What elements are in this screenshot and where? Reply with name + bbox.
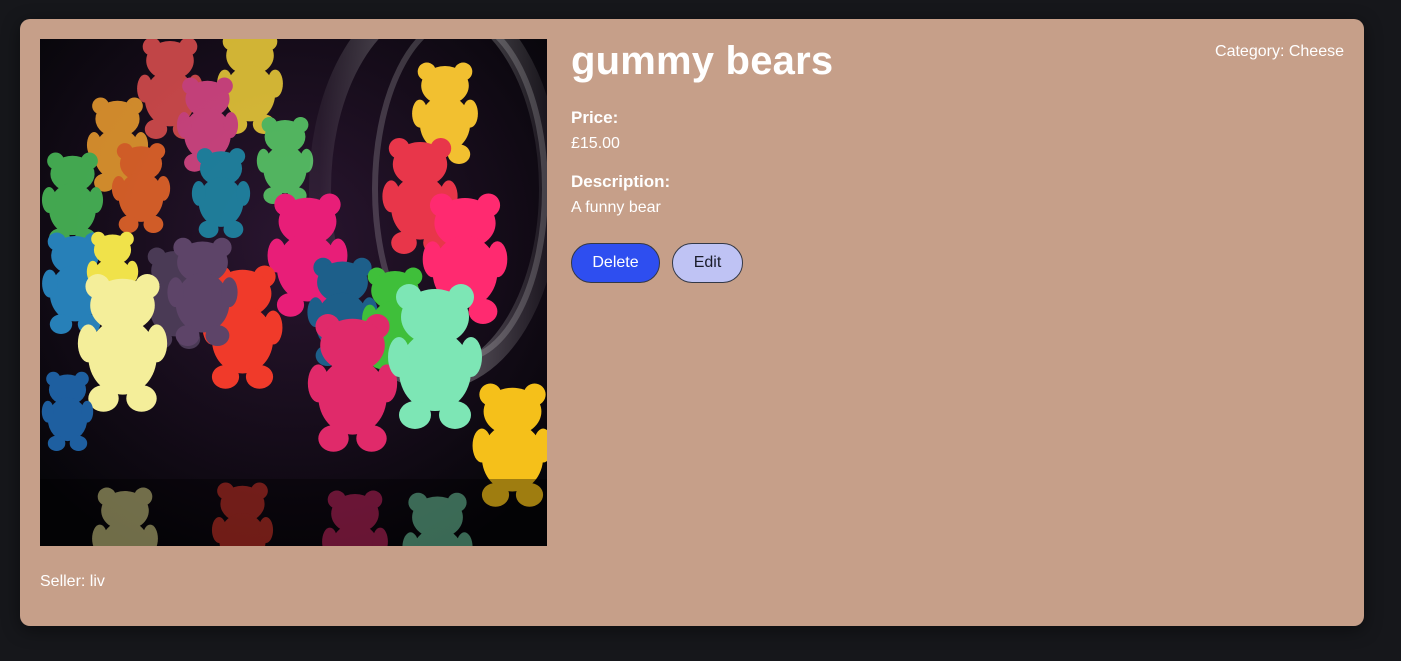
edit-button[interactable]: Edit <box>672 243 743 283</box>
seller-text: Seller: liv <box>40 573 105 590</box>
gummy-bears-photo <box>40 39 547 546</box>
category-text: Category: Cheese <box>1215 43 1344 60</box>
product-title: gummy bears <box>571 39 834 83</box>
price-value: £15.00 <box>571 135 620 152</box>
product-image <box>40 39 547 546</box>
price-label: Price: <box>571 108 619 127</box>
description-label: Description: <box>571 172 671 191</box>
product-card: Category: Cheese gummy bears Price: £15.… <box>20 19 1364 626</box>
description-value: A funny bear <box>571 199 661 216</box>
delete-button[interactable]: Delete <box>571 243 660 283</box>
